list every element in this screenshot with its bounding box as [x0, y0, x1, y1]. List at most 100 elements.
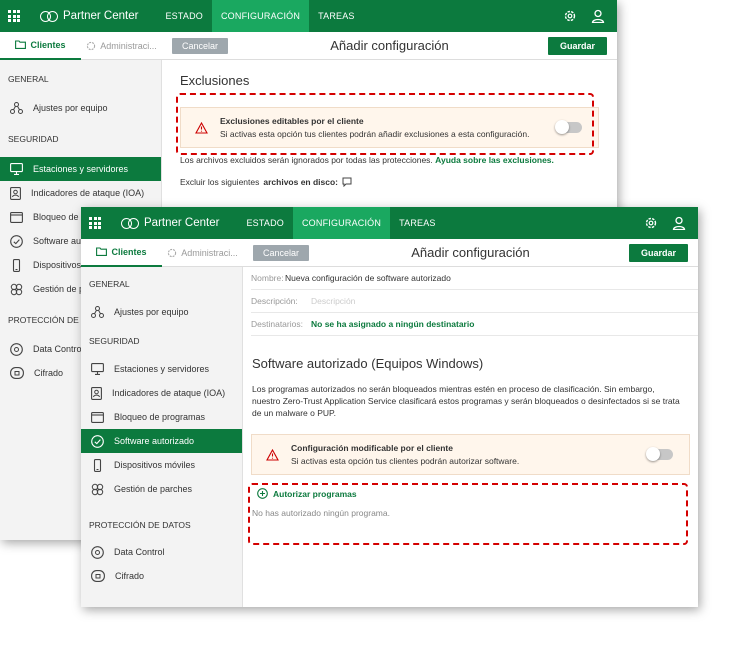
- id-card-icon: [91, 386, 102, 400]
- name-field-row: Nombre: Nueva configuración de software …: [251, 267, 698, 290]
- recipients-label: Destinatarios:: [251, 319, 303, 329]
- patch-icon: [10, 283, 23, 295]
- brand-name: Partner Center: [63, 10, 139, 22]
- warning-box: Configuración modificable por el cliente…: [251, 434, 690, 475]
- section-security-title: SEGURIDAD: [8, 134, 59, 144]
- nav-tab-estado[interactable]: ESTADO: [237, 207, 293, 239]
- folder-icon: [96, 247, 108, 256]
- section-title: Software autorizado (Equipos Windows): [252, 356, 484, 371]
- gear-icon: [168, 248, 177, 257]
- tab-administracion[interactable]: Administraci...: [162, 239, 243, 267]
- sidebar-item-label: Ajustes por equipo: [33, 103, 108, 113]
- nav-tab-estado[interactable]: ESTADO: [156, 0, 212, 32]
- exclusions-help-link[interactable]: Ayuda sobre las exclusiones.: [435, 155, 554, 165]
- partner-center-logo-icon: [40, 10, 58, 22]
- sidebar-item-cifrado[interactable]: Cifrado: [81, 564, 242, 588]
- sidebar-item-dispositivos[interactable]: Dispositivos móviles: [81, 453, 242, 477]
- check-circle-icon: [91, 434, 104, 448]
- description-input[interactable]: Descripción: [311, 296, 355, 306]
- nav-tab-configuracion[interactable]: CONFIGURACIÓN: [211, 0, 310, 32]
- sidebar-item-label: Cifrado: [34, 368, 64, 378]
- client-modifiable-toggle[interactable]: [646, 447, 673, 461]
- sidebar-item-label: Indicadores de ataque (IOA): [31, 188, 145, 198]
- tab-clientes[interactable]: Clientes: [81, 239, 162, 267]
- settings-gear-icon[interactable]: [644, 216, 658, 230]
- user-icon[interactable]: [591, 9, 605, 23]
- highlight-dashed-frame: [176, 93, 594, 155]
- user-icon[interactable]: [672, 216, 686, 230]
- save-button[interactable]: Guardar: [547, 36, 607, 55]
- warning-text: Si activas esta opción tus clientes podr…: [291, 456, 520, 466]
- recipients-field-row: Destinatarios: No se ha asignado a ningú…: [251, 313, 698, 336]
- sidebar-item-label: Indicadores de ataque (IOA): [112, 388, 226, 398]
- comment-icon[interactable]: [342, 177, 352, 187]
- window-icon: [10, 211, 23, 223]
- section-title: Exclusiones: [180, 73, 250, 88]
- tab-clientes-label: Clientes: [30, 39, 66, 50]
- section-description: Los programas autorizados no serán bloqu…: [252, 384, 680, 418]
- nav-tab-tareas[interactable]: TAREAS: [309, 0, 364, 32]
- check-circle-icon: [10, 234, 23, 248]
- exclude-label: Excluir los siguientes: [180, 177, 260, 187]
- sidebar-item-label: Cifrado: [115, 571, 145, 581]
- tab-clientes[interactable]: Clientes: [0, 32, 81, 60]
- nav-tab-tareas[interactable]: TAREAS: [390, 207, 445, 239]
- sidebar-item-parches[interactable]: Gestión de parches: [81, 477, 242, 501]
- id-card-icon: [10, 186, 21, 200]
- network-icon: [10, 102, 23, 114]
- sidebar-item-label: Estaciones y servidores: [114, 364, 210, 374]
- sidebar-item-ajustes-equipo[interactable]: Ajustes por equipo: [81, 300, 242, 324]
- sidebar-item-ajustes-equipo[interactable]: Ajustes por equipo: [0, 96, 161, 120]
- sidebar-item-ioa[interactable]: Indicadores de ataque (IOA): [81, 381, 242, 405]
- nav-tab-configuracion[interactable]: CONFIGURACIÓN: [292, 207, 391, 239]
- encryption-icon: [91, 570, 105, 582]
- sidebar-item-label: Gestión de parches: [114, 484, 193, 494]
- name-input[interactable]: Nueva configuración de software autoriza…: [285, 273, 451, 283]
- cancel-button[interactable]: Cancelar: [253, 244, 310, 261]
- monitor-icon: [91, 363, 104, 375]
- sidebar-item-estaciones[interactable]: Estaciones y servidores: [0, 157, 161, 181]
- sidebar-item-label: Bloqueo de programas: [114, 412, 206, 422]
- mobile-icon: [12, 258, 21, 272]
- sidebar-item-ioa[interactable]: Indicadores de ataque (IOA): [0, 181, 161, 205]
- sidebar-item-label: Software au: [33, 236, 82, 246]
- sidebar-item-label: Dispositivos: [33, 260, 82, 270]
- brand-name: Partner Center: [144, 217, 220, 229]
- sidebar-item-data-control[interactable]: Data Control: [81, 540, 242, 564]
- brand[interactable]: Partner Center: [121, 217, 219, 229]
- warning-title: Configuración modificable por el cliente: [291, 443, 453, 453]
- exclude-files-label: archivos en disco:: [263, 177, 339, 187]
- sidebar-item-bloqueo[interactable]: Bloqueo de programas: [81, 405, 242, 429]
- sub-bar: Clientes Administraci... Cancelar Añadir…: [0, 32, 617, 60]
- front-window: Partner Center ESTADO CONFIGURACIÓN TARE…: [81, 207, 698, 607]
- sidebar-item-label: Bloqueo de: [33, 212, 79, 222]
- settings-gear-icon[interactable]: [563, 9, 577, 23]
- section-general-title: GENERAL: [8, 74, 49, 84]
- recipients-link[interactable]: No se ha asignado a ningún destinatario: [311, 319, 474, 329]
- folder-icon: [15, 40, 27, 49]
- sidebar-item-software-autorizado[interactable]: Software autorizado: [81, 429, 242, 453]
- apps-grid-icon[interactable]: [0, 0, 28, 32]
- sidebar-item-label: Data Contro: [33, 344, 82, 354]
- cancel-button[interactable]: Cancelar: [172, 37, 229, 54]
- section-data-title: PROTECCIÓN DE DATOS: [89, 520, 191, 530]
- sidebar-item-label: Data Control: [114, 547, 165, 557]
- save-button[interactable]: Guardar: [628, 243, 688, 262]
- window-icon: [91, 411, 104, 423]
- description-field-row: Descripción: Descripción: [251, 290, 698, 313]
- sidebar-item-estaciones[interactable]: Estaciones y servidores: [81, 357, 242, 381]
- sidebar-item-label: Ajustes por equipo: [114, 307, 189, 317]
- top-bar: Partner Center ESTADO CONFIGURACIÓN TARE…: [81, 207, 698, 239]
- brand[interactable]: Partner Center: [40, 10, 138, 22]
- apps-grid-icon[interactable]: [81, 207, 109, 239]
- partner-center-logo-icon: [121, 217, 139, 229]
- sidebar-item-label: Estaciones y servidores: [33, 164, 129, 174]
- patch-icon: [91, 483, 104, 495]
- main-content: Nombre: Nueva configuración de software …: [243, 267, 698, 607]
- description-label: Descripción:: [251, 296, 298, 306]
- name-label: Nombre:: [251, 273, 284, 283]
- sidebar-item-label: Dispositivos móviles: [114, 460, 196, 470]
- sub-bar: Clientes Administraci... Cancelar Añadir…: [81, 239, 698, 267]
- tab-administracion[interactable]: Administraci...: [81, 32, 162, 60]
- tab-clientes-label: Clientes: [111, 246, 147, 257]
